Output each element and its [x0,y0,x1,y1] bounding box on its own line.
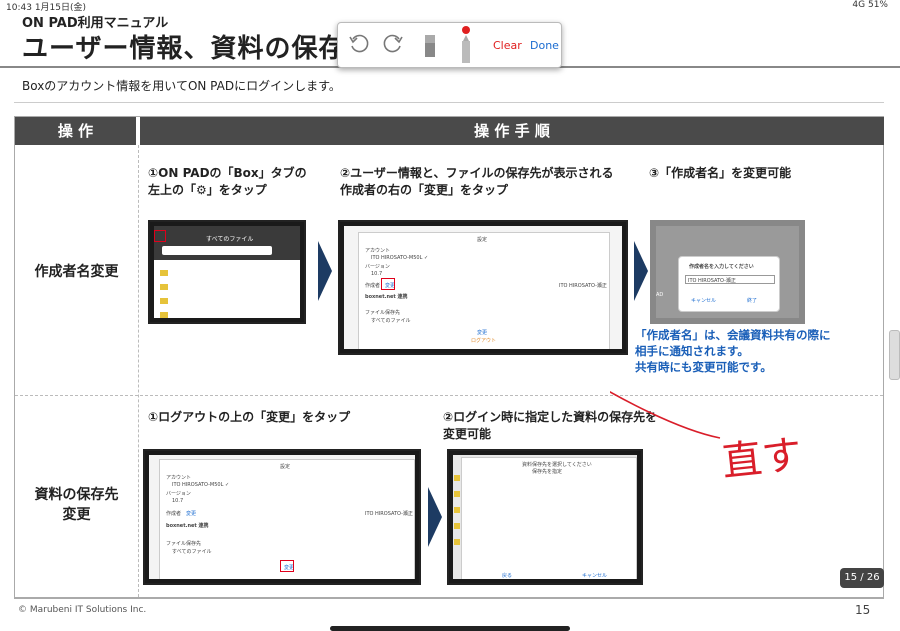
table-header-procedure: 操 作 手 順 [140,117,884,145]
arrow-right [428,487,442,547]
change-button-highlight [280,560,294,572]
author-dialog: 作成者名を入力してください ITO HIROSATO-瀬正 キャンセル 終了 [678,256,780,312]
copyright: © Marubeni IT Solutions Inc. [18,605,147,615]
screenshot-settings-2: 設定 アカウント ITO HIROSATO-M50L ✓ バージョン 10.7 … [143,449,421,585]
arrow-right [318,241,332,301]
screenshot-author-dialog: AD 作成者名を入力してください ITO HIROSATO-瀬正 キャンセル 終… [650,220,805,324]
redo-icon[interactable] [382,33,404,61]
handwritten-annotation: 直す [610,390,804,486]
screenshot-box-tab: すべてのファイル [148,220,306,324]
column-divider [138,145,139,597]
row-label-save-location: 資料の保存先 変更 [34,487,119,523]
step-4-text: ①ログアウトの上の「変更」をタップ [148,410,351,424]
row-label-author: 作成者名変更 [34,264,119,280]
gear-icon: ⚙ [196,183,207,197]
screenshot-settings: 設定 アカウント ITO HIROSATO-M50L ✓ バージョン 10.7 … [338,220,628,355]
step-3-text: ③「作成者名」を変更可能 [649,166,792,180]
procedure-table: 操 作 操 作 手 順 作成者名変更 資料の保存先 変更 ①ON PADの「Bo… [14,116,884,598]
change-highlight [381,278,395,290]
step-2-text: ②ユーザー情報と、ファイルの保存先が表示される 作成者の右の「変更」をタップ [340,166,614,197]
page-indicator: 15 / 26 [840,568,884,588]
annotation-text: 直す [720,432,804,486]
undo-icon[interactable] [348,33,370,61]
screenshot-title: すべてのファイル [206,236,254,243]
arrow-right [634,241,648,301]
step-1-text: ①ON PADの「Box」タブの 左上の「⚙」をタップ [148,166,307,197]
done-button[interactable]: Done [530,39,559,52]
table-header-operation: 操 作 [15,117,138,145]
status-bar: 10:43 1月15日(金) 4G 51% [0,0,900,13]
subtitle-divider [14,102,884,103]
slide-subtitle: Boxのアカウント情報を用いてON PADにログインします。 [22,79,341,93]
status-right: 4G 51% [852,0,888,10]
pen-icon[interactable] [458,25,474,71]
page-number: 15 [855,603,871,617]
settings-dialog-2: 設定 アカウント ITO HIROSATO-M50L ✓ バージョン 10.7 … [159,459,415,579]
settings-dialog: 設定 アカウント ITO HIROSATO-M50L ✓ バージョン 10.7 … [358,232,610,349]
home-indicator[interactable] [330,626,570,631]
scroll-handle[interactable] [889,330,900,380]
clear-button[interactable]: Clear [493,39,522,52]
footer-divider [14,598,884,599]
eraser-icon[interactable] [422,33,438,65]
markup-toolbar: Clear Done [337,22,562,68]
gear-highlight [154,230,166,242]
slide-title: ユーザー情報、資料の保存先 [22,34,373,64]
